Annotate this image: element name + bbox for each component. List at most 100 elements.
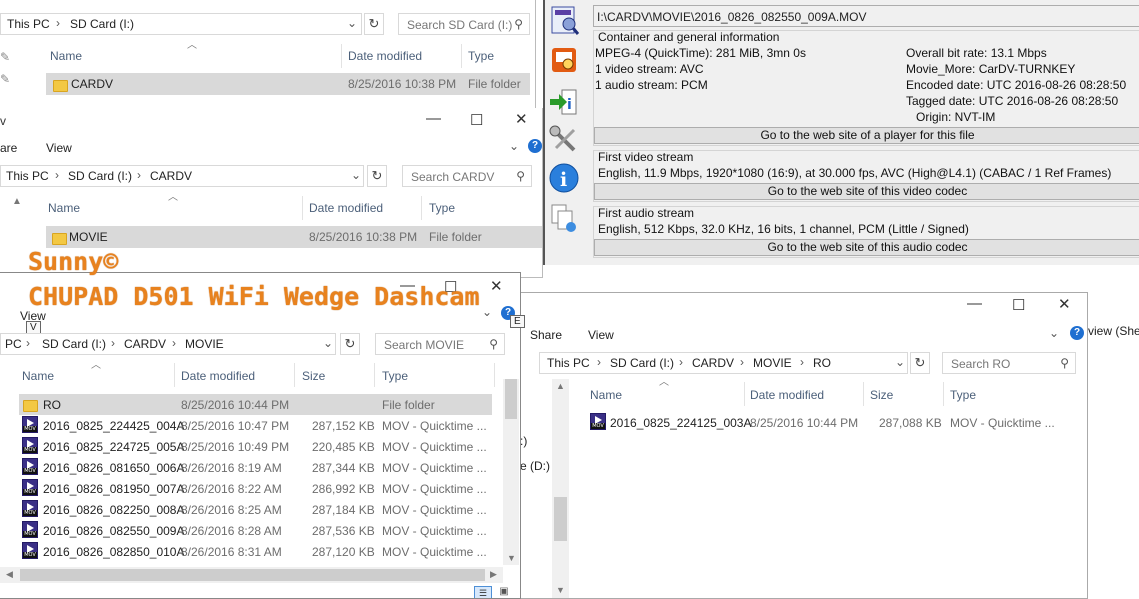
list-item[interactable]: 2016_0826_082550_009A8/26/2016 8:28 AM 28…	[19, 520, 492, 541]
info-icon[interactable]: i	[548, 162, 580, 194]
address-bar[interactable]: This PC › SD Card (I:) › CARDV › MOVIE ›…	[539, 352, 908, 374]
scroll-down-arrow-icon[interactable]: ▼	[507, 553, 516, 563]
list-item[interactable]: 2016_0826_081650_006A8/26/2016 8:19 AM 28…	[19, 457, 492, 478]
list-item[interactable]: 2016_0826_082850_010A8/26/2016 8:31 AM 28…	[19, 541, 492, 562]
audio-codec-website-button[interactable]: Go to the web site of this audio codec	[594, 239, 1139, 256]
film-view-icon[interactable]	[548, 44, 580, 76]
sort-arrow-icon: ︿	[659, 377, 669, 388]
address-bar[interactable]: This PC › SD Card (I:) ⌄	[0, 13, 362, 35]
ribbon-tab-view[interactable]: View	[588, 328, 614, 342]
search-input[interactable]: Search SD Card (I:) ⚲	[398, 13, 530, 35]
breadcrumb-sd-card[interactable]: SD Card (I:)	[42, 337, 106, 351]
column-header-type[interactable]: Type	[382, 369, 408, 383]
ribbon-tab-view-partial[interactable]: v	[0, 114, 6, 128]
scrollbar-thumb[interactable]	[20, 569, 485, 581]
horizontal-scrollbar[interactable]: ◀ ▶	[0, 567, 503, 583]
search-input[interactable]: Search CARDV ⚲	[402, 165, 532, 187]
column-header-name[interactable]: Name	[590, 388, 622, 402]
breadcrumb-sd-card[interactable]: SD Card (I:)	[70, 17, 134, 31]
breadcrumb-cardv[interactable]: CARDV	[124, 337, 166, 351]
chevron-down-icon[interactable]: ⌄	[1049, 326, 1059, 340]
refresh-button[interactable]: ↻	[340, 333, 360, 355]
scrollbar-thumb[interactable]	[505, 379, 517, 419]
chevron-down-icon[interactable]: ⌄	[347, 16, 357, 30]
address-bar[interactable]: This PC › SD Card (I:) › CARDV ⌄	[0, 165, 364, 187]
close-button[interactable]: ✕	[490, 277, 503, 295]
breadcrumb-ro[interactable]: RO	[813, 356, 831, 370]
player-website-button[interactable]: Go to the web site of a player for this …	[594, 127, 1139, 144]
help-icon[interactable]: ?	[528, 139, 542, 153]
scroll-down-arrow-icon[interactable]: ▼	[556, 585, 565, 595]
refresh-button[interactable]: ↻	[910, 352, 930, 374]
chevron-down-icon[interactable]: ⌄	[895, 355, 905, 369]
column-header-type[interactable]: Type	[950, 388, 976, 402]
column-header-name[interactable]: Name	[22, 369, 54, 383]
documents-icon[interactable]	[548, 202, 580, 234]
column-header-size[interactable]: Size	[302, 369, 325, 383]
breadcrumb-cardv[interactable]: CARDV	[150, 169, 192, 183]
chevron-down-icon[interactable]: ⌄	[351, 168, 361, 182]
ribbon-tab-view[interactable]: View	[46, 141, 72, 155]
ribbon-tab-share[interactable]: are	[0, 141, 17, 155]
scroll-up-arrow-icon[interactable]: ▲	[12, 196, 22, 207]
details-view-icon[interactable]: ☰	[474, 586, 492, 598]
breadcrumb-this-pc[interactable]: PC	[5, 337, 22, 351]
column-header-date[interactable]: Date modified	[750, 388, 824, 402]
column-header-date[interactable]: Date modified	[309, 201, 383, 215]
address-bar[interactable]: PC › SD Card (I:) › CARDV › MOVIE ⌄	[0, 333, 336, 355]
nav-pane-scrollbar[interactable]: ▲ ▼	[552, 379, 569, 598]
scroll-left-arrow-icon[interactable]: ◀	[6, 569, 13, 580]
list-item[interactable]: 2016_0825_224725_005A8/25/2016 10:49 PM 2…	[19, 436, 492, 457]
scroll-right-arrow-icon[interactable]: ▶	[490, 569, 497, 580]
breadcrumb-sd-card[interactable]: SD Card (I:)	[610, 356, 674, 370]
video-codec-website-button[interactable]: Go to the web site of this video codec	[594, 183, 1139, 200]
breadcrumb-movie[interactable]: MOVIE	[753, 356, 792, 370]
close-button[interactable]: ✕	[1058, 295, 1071, 313]
list-item[interactable]: CARDV 8/25/2016 10:38 PM File folder	[46, 73, 530, 95]
breadcrumb-cardv[interactable]: CARDV	[692, 356, 734, 370]
search-input[interactable]: Search RO ⚲	[942, 352, 1076, 374]
breadcrumb-this-pc[interactable]: This PC	[7, 17, 50, 31]
minimize-button[interactable]: —	[967, 295, 982, 312]
breadcrumb-sd-card[interactable]: SD Card (I:)	[68, 169, 132, 183]
maximize-button[interactable]: ☐	[470, 111, 483, 129]
large-icons-view-icon[interactable]: ▣	[496, 586, 512, 598]
breadcrumb-this-pc[interactable]: This PC	[547, 356, 590, 370]
file-list-scrollbar[interactable]: ▼	[503, 379, 519, 565]
list-item[interactable]: RO 8/25/2016 10:44 PM File folder	[19, 394, 492, 415]
chevron-down-icon[interactable]: ⌄	[323, 336, 333, 350]
list-item[interactable]: 2016_0825_224125_003A 8/25/2016 10:44 PM…	[586, 411, 1076, 433]
info-import-icon[interactable]: i	[548, 86, 580, 118]
list-item[interactable]: 2016_0826_082250_008A8/26/2016 8:25 AM 28…	[19, 499, 492, 520]
search-input[interactable]: Search MOVIE ⚲	[375, 333, 505, 355]
column-header-type[interactable]: Type	[468, 49, 494, 63]
column-header-type[interactable]: Type	[429, 201, 455, 215]
ribbon-tab-view-partial[interactable]: view (She	[1088, 324, 1139, 338]
column-header-name[interactable]: Name	[50, 49, 82, 63]
scrollbar-thumb[interactable]	[554, 497, 567, 541]
column-header-date[interactable]: Date modified	[348, 49, 422, 63]
sheet-view-icon[interactable]	[548, 4, 580, 36]
scroll-up-arrow-icon[interactable]: ▲	[556, 381, 565, 391]
file-size: 287,536 KB	[312, 524, 375, 538]
refresh-button[interactable]: ↻	[364, 13, 384, 35]
column-header-size[interactable]: Size	[870, 388, 893, 402]
list-item[interactable]: 2016_0825_224425_004A8/25/2016 10:47 PM 2…	[19, 415, 492, 436]
minimize-button[interactable]: —	[426, 110, 441, 127]
maximize-button[interactable]: ☐	[1012, 296, 1025, 314]
breadcrumb-this-pc[interactable]: This PC	[6, 169, 49, 183]
breadcrumb-movie[interactable]: MOVIE	[185, 337, 224, 351]
help-icon[interactable]: ?	[1070, 326, 1084, 340]
tools-icon[interactable]	[548, 124, 580, 156]
chevron-down-icon[interactable]: ⌄	[509, 139, 519, 153]
list-item[interactable]: 2016_0826_081950_007A8/26/2016 8:22 AM 28…	[19, 478, 492, 499]
nav-pane-item[interactable]: e (D:)	[520, 459, 550, 473]
nav-pane-item[interactable]: :)	[520, 434, 527, 448]
refresh-button[interactable]: ↻	[367, 165, 387, 187]
ribbon-tab-share[interactable]: Share	[530, 328, 562, 342]
column-header-date[interactable]: Date modified	[181, 369, 255, 383]
list-item[interactable]: MOVIE 8/25/2016 10:38 PM File folder	[46, 226, 542, 248]
column-header-name[interactable]: Name	[48, 201, 80, 215]
close-button[interactable]: ✕	[515, 110, 528, 128]
chevron-down-icon[interactable]: ⌄	[482, 305, 492, 319]
